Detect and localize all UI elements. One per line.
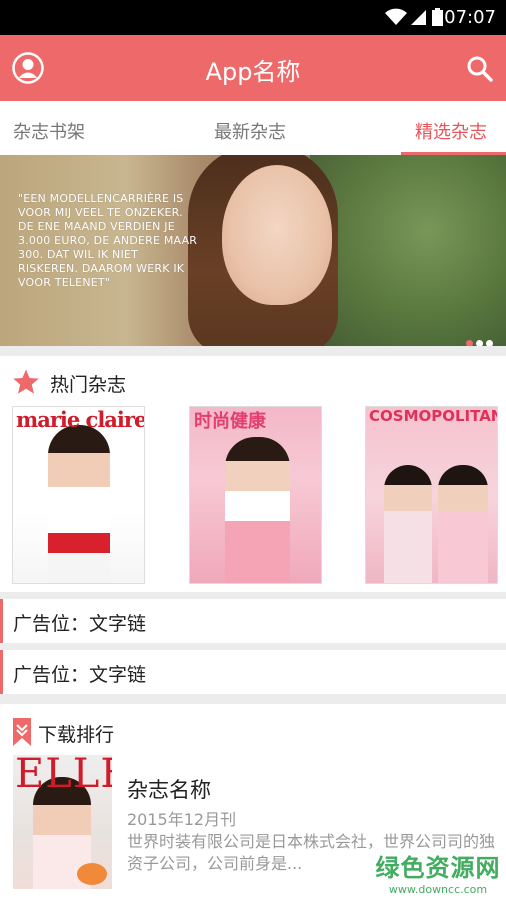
- tab-latest-magazines[interactable]: 最新杂志: [214, 118, 286, 144]
- battery-icon: [432, 8, 443, 31]
- cover-model: [384, 465, 432, 583]
- tab-featured-magazines[interactable]: 精选杂志: [415, 118, 487, 144]
- ad-accent-bar: [0, 599, 3, 643]
- ad-text-link[interactable]: 广告位：文字链: [0, 599, 506, 643]
- site-watermark: 绿色资源网 www.downcc.com: [373, 848, 503, 896]
- status-bar: 07:07: [0, 0, 506, 35]
- hot-magazines-title: 热门杂志: [50, 374, 127, 396]
- hot-magazines-header: 热门杂志: [0, 360, 506, 400]
- wifi-icon: [384, 5, 408, 32]
- section-divider: [0, 694, 506, 704]
- watermark-url: www.downcc.com: [388, 883, 488, 896]
- banner-quote: "EEN MODELLENCARRIÈRE IS VOOR MIJ VEEL T…: [18, 192, 198, 289]
- cover-model: [225, 437, 290, 583]
- download-item-cover[interactable]: ELLE: [13, 755, 112, 889]
- ad-text-link[interactable]: 广告位：文字链: [0, 650, 506, 694]
- tab-bar: 杂志书架 最新杂志 精选杂志: [0, 101, 506, 156]
- watermark-title: 绿色资源网: [375, 854, 501, 882]
- status-time: 07:07: [444, 7, 496, 28]
- cover-model: [48, 425, 110, 583]
- cover-masthead: marie claire: [16, 407, 145, 432]
- ad-accent-bar: [0, 650, 3, 694]
- app-title: App名称: [205, 58, 301, 86]
- search-icon[interactable]: [466, 55, 494, 87]
- star-icon: [12, 368, 40, 400]
- ad-text: 广告位：文字链: [13, 664, 147, 686]
- magazine-cover[interactable]: marie claire: [12, 406, 145, 584]
- section-divider: [0, 346, 506, 356]
- cover-model: [438, 465, 488, 583]
- download-item-date: 2015年12月刊: [127, 810, 237, 829]
- tab-magazine-shelf[interactable]: 杂志书架: [13, 118, 85, 144]
- section-divider: [0, 643, 506, 650]
- signal-icon: [409, 8, 427, 31]
- download-ranking-header: 下载排行: [0, 710, 506, 750]
- section-divider: [0, 592, 506, 599]
- bookmark-icon: [12, 717, 32, 751]
- download-item-name[interactable]: 杂志名称: [127, 774, 211, 804]
- cover-masthead: 时尚健康: [194, 411, 266, 432]
- download-ranking-title: 下载排行: [38, 724, 115, 746]
- banner-model-face: [222, 165, 332, 305]
- cover-masthead: COSMOPOLITAN: [369, 407, 498, 425]
- magazine-cover[interactable]: 时尚健康: [189, 406, 322, 584]
- cover-badge: [77, 863, 107, 885]
- cover-masthead: ELLE: [15, 755, 112, 797]
- banner-carousel[interactable]: "EEN MODELLENCARRIÈRE IS VOOR MIJ VEEL T…: [0, 155, 506, 346]
- magazine-cover[interactable]: COSMOPOLITAN: [365, 406, 498, 584]
- app-bar: App名称: [0, 35, 506, 101]
- ad-text: 广告位：文字链: [13, 613, 147, 635]
- banner-background: [310, 155, 506, 346]
